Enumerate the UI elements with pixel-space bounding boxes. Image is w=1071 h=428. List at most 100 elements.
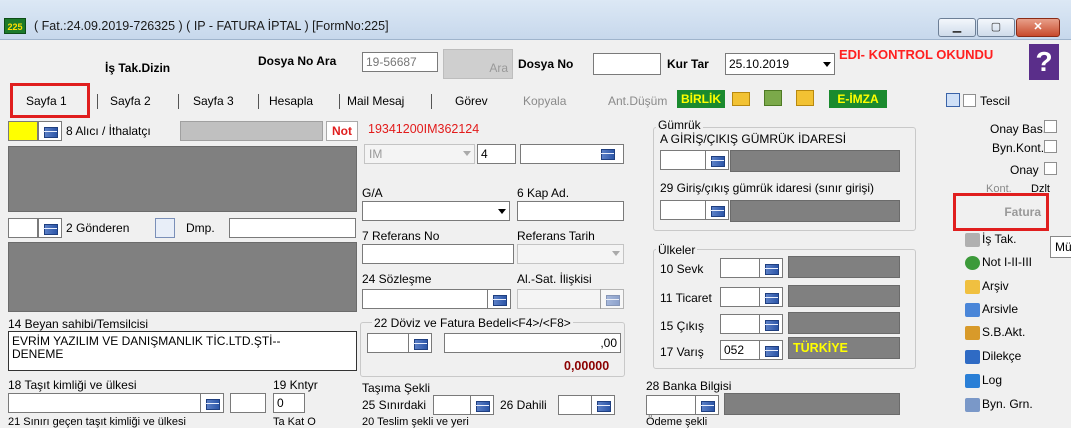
search-doc-icon[interactable] — [946, 93, 960, 107]
log-icon — [965, 373, 980, 388]
tab-kopyala[interactable]: Kopyala — [523, 94, 566, 108]
folder-icon[interactable] — [732, 92, 750, 106]
gumruk-idare-label: A GİRİŞ/ÇIKIŞ GÜMRÜK İDARESİ — [660, 132, 847, 146]
gumruk-sinir-name — [730, 200, 900, 222]
help-button[interactable]: ? — [1029, 44, 1059, 80]
dosya-no-input[interactable] — [593, 53, 661, 75]
ulke-varis-picker-button[interactable] — [759, 340, 783, 360]
ulke-ticaret-code-input[interactable] — [720, 287, 760, 307]
archive-icon — [965, 279, 980, 294]
kntyr-input[interactable]: 0 — [273, 393, 305, 413]
ulke-cikis-picker-button[interactable] — [759, 314, 783, 334]
ulke-cikis-code-input[interactable] — [720, 314, 760, 334]
close-button[interactable]: ✕ — [1016, 18, 1060, 37]
ulke-ticaret-picker-button[interactable] — [759, 287, 783, 307]
tracking-number: 19341200IM362124 — [368, 122, 480, 136]
tescil-checkbox[interactable] — [963, 94, 976, 107]
al-sat-input[interactable] — [517, 289, 601, 309]
tasit-country-input[interactable] — [230, 393, 266, 413]
byn-grn-item[interactable]: Byn. Grn. — [965, 397, 1033, 412]
ara-button[interactable]: Ara — [443, 49, 513, 79]
ga-combo[interactable] — [362, 201, 510, 221]
dosya-no-ara-input[interactable]: 19-56687 — [362, 52, 438, 72]
is-tak-item[interactable]: İş Tak. — [965, 232, 1016, 247]
log-item[interactable]: Log — [965, 373, 1002, 388]
tab-gorev[interactable]: Görev — [455, 94, 488, 108]
not-iii-item[interactable]: Not I-II-III — [965, 255, 1032, 270]
sozlesme-input[interactable] — [362, 289, 488, 309]
tab-mail-mesaj[interactable]: Mail Mesaj — [347, 94, 404, 108]
is-tak-dizin-button[interactable]: İş Tak.Dizin — [105, 61, 170, 75]
transfer-icon — [965, 325, 980, 340]
folder-export-icon[interactable] — [796, 90, 814, 106]
doviz-picker-button[interactable] — [408, 333, 432, 353]
tooltip-text: Mü — [1055, 240, 1071, 254]
chevron-down-icon — [463, 151, 471, 156]
tab-ant-dusum[interactable]: Ant.Düşüm — [608, 94, 667, 108]
onay-bas-checkbox[interactable] — [1044, 120, 1057, 133]
tasit-label: 18 Taşıt kimliği ve ülkesi — [8, 378, 137, 392]
edi-status-text: EDI- KONTROL OKUNDU — [839, 47, 994, 62]
gonderen-code-input[interactable] — [8, 218, 38, 238]
tasit-input[interactable] — [8, 393, 201, 413]
dahili-input[interactable] — [558, 395, 592, 415]
sozlesme-picker-button[interactable] — [487, 289, 511, 309]
dahili-picker-button[interactable] — [591, 395, 615, 415]
banka-code-input[interactable] — [646, 395, 696, 415]
tab-sayfa-2[interactable]: Sayfa 2 — [110, 94, 151, 108]
arsivle-item[interactable]: Arsivle — [965, 302, 1018, 317]
tab-hesapla[interactable]: Hesapla — [269, 94, 313, 108]
im-combo[interactable]: IM — [364, 144, 475, 164]
al-sat-label: Al.-Sat. İlişkisi — [517, 272, 592, 286]
im-number-input[interactable]: 4 — [477, 144, 516, 164]
petition-icon — [965, 349, 980, 364]
sinirdaki-picker-button[interactable] — [470, 395, 494, 415]
onay-checkbox[interactable] — [1044, 162, 1057, 175]
not-button[interactable]: Not — [326, 121, 358, 141]
note-icon — [965, 255, 980, 270]
dilekce-item[interactable]: Dilekçe — [965, 349, 1021, 364]
list-icon[interactable] — [155, 218, 175, 238]
title-bar: 225 ( Fat.:24.09.2019-726325 ) ( IP - FA… — [0, 0, 1071, 40]
referans-no-input[interactable] — [362, 244, 514, 264]
gumruk-sinir-picker-button[interactable] — [705, 200, 729, 220]
ulke-sevk-code-input[interactable] — [720, 258, 760, 278]
ulke-varis-code-input[interactable]: 052 — [720, 340, 760, 360]
doviz-total-text: 0,00000 — [564, 359, 610, 373]
maximize-button[interactable]: ▢ — [977, 18, 1015, 37]
arsiv-item[interactable]: Arşiv — [965, 279, 1009, 294]
e-imza-button[interactable]: E-İMZA — [829, 90, 887, 108]
doviz-code-input[interactable] — [367, 333, 409, 353]
minimize-button[interactable]: ▁ — [938, 18, 976, 37]
arsivle-label: Arsivle — [982, 302, 1019, 316]
alici-picker-button[interactable] — [38, 121, 62, 141]
kap-ad-input[interactable] — [517, 201, 624, 221]
al-sat-picker-button[interactable] — [600, 289, 624, 309]
referans-tarih-picker[interactable] — [517, 244, 624, 264]
gumruk-idare-name — [730, 150, 900, 172]
beyan-textarea[interactable]: EVRİM YAZILIM VE DANIŞMANLIK TİC.LTD.ŞTİ… — [8, 331, 357, 371]
sinirdaki-input[interactable] — [433, 395, 471, 415]
alici-name-display — [180, 121, 323, 141]
doviz-amount-input[interactable]: ,00 — [444, 333, 621, 353]
gumruk-idare-picker-button[interactable] — [705, 150, 729, 170]
alici-code-input[interactable] — [8, 121, 38, 141]
ulke-ticaret-name — [788, 285, 900, 307]
folder-up-icon[interactable] — [764, 90, 782, 106]
ulke-sevk-picker-button[interactable] — [759, 258, 783, 278]
gumruk-idare-code-input[interactable] — [660, 150, 706, 170]
birlik-button[interactable]: BİRLİK — [677, 90, 725, 108]
gumruk-sinir-code-input[interactable] — [660, 200, 706, 220]
dmp-input[interactable] — [229, 218, 356, 238]
gonderen-picker-button[interactable] — [38, 218, 62, 238]
chevron-down-icon — [612, 251, 620, 256]
tasit-picker-button[interactable] — [200, 393, 224, 413]
tab-sayfa-3[interactable]: Sayfa 3 — [193, 94, 234, 108]
banka-picker-button[interactable] — [695, 395, 719, 415]
kur-tar-date-picker[interactable]: 25.10.2019 — [725, 53, 835, 75]
ulke-cikis-label: 15 Çıkış — [660, 319, 705, 333]
im-picker-button[interactable] — [596, 144, 620, 164]
byn-kont-checkbox[interactable] — [1044, 140, 1057, 153]
fatura-highlight — [953, 193, 1049, 231]
sb-akt-item[interactable]: S.B.Akt. — [965, 325, 1025, 340]
